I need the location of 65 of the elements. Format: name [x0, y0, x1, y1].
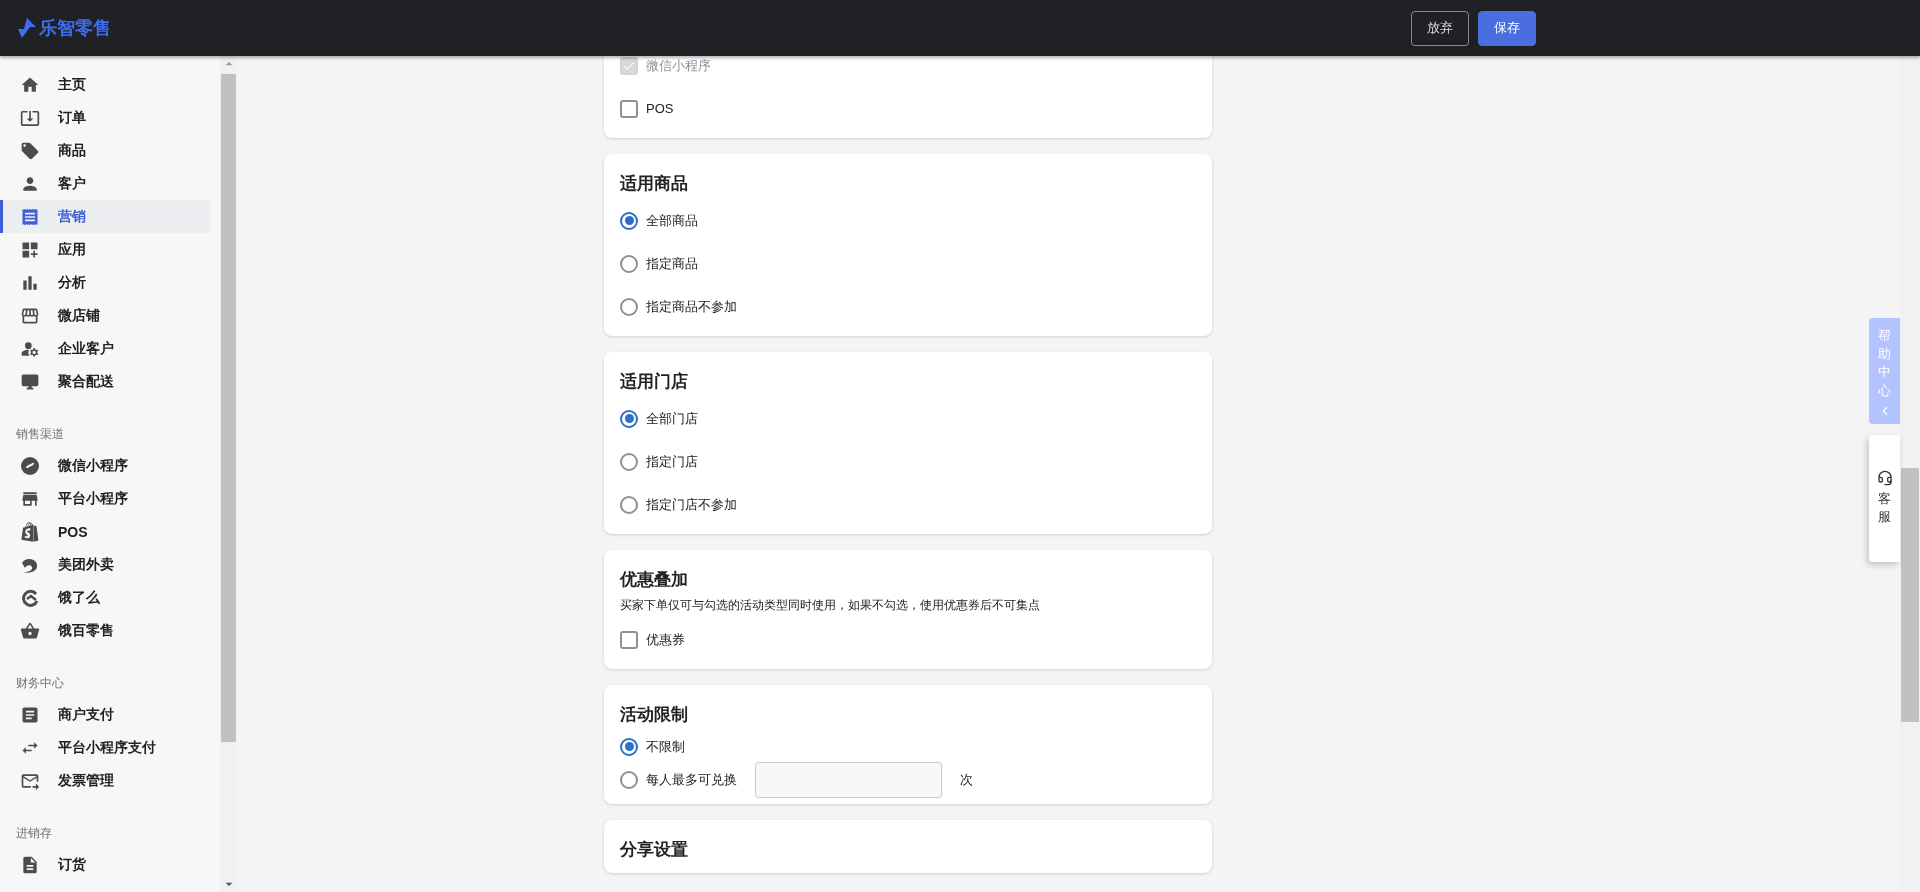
option-label: 指定门店 — [646, 452, 698, 471]
logo-text: 乐智零售 — [39, 17, 111, 40]
card-title: 适用门店 — [620, 372, 689, 392]
sidebar-item[interactable]: 订货 — [0, 848, 210, 881]
radio-button[interactable] — [620, 409, 638, 428]
input-field[interactable] — [755, 761, 942, 798]
checkbox[interactable] — [620, 630, 638, 649]
sidebar-item[interactable]: 应用 — [0, 233, 210, 266]
circle-arrow-icon — [20, 587, 40, 608]
customer-service-button[interactable]: 客服 — [1869, 434, 1900, 562]
tag-icon — [20, 140, 40, 161]
option-label: 指定门店不参加 — [646, 495, 737, 514]
option-label: 指定商品 — [646, 254, 698, 273]
sidebar-item[interactable]: 饿百零售 — [0, 614, 210, 647]
sidebar-heading: 进销存 — [15, 825, 53, 842]
sidebar-heading: 财务中心 — [15, 675, 65, 692]
sidebar-item[interactable]: 营销 — [0, 200, 210, 233]
sidebar-item[interactable]: 平台小程序支付 — [0, 731, 210, 764]
option-label: POS — [646, 101, 674, 116]
option-label: 每人最多可兑换 — [646, 770, 737, 789]
radio-button[interactable] — [620, 211, 638, 230]
option-label: 不限制 — [646, 737, 685, 756]
card-description: 买家下单仅可与勾选的活动类型同时使用，如果不勾选，使用优惠券后不可集点 — [620, 597, 1041, 614]
option-label: 优惠券 — [646, 630, 685, 649]
sidebar-item[interactable]: 微店铺 — [0, 299, 210, 332]
sidebar-item[interactable]: 商品 — [0, 134, 210, 167]
option-label: 指定商品不参加 — [646, 297, 737, 316]
option-label: 全部商品 — [646, 211, 698, 230]
card-title: 优惠叠加 — [620, 570, 689, 590]
sidebar-item[interactable]: 饿了么 — [0, 581, 210, 614]
sidebar-item[interactable]: 订单 — [0, 101, 210, 134]
radio-button[interactable] — [620, 495, 638, 514]
shopping-bag-icon — [20, 521, 40, 542]
radio-button[interactable] — [620, 452, 638, 471]
sidebar-item[interactable]: 商户支付 — [0, 698, 210, 731]
sidebar-item[interactable]: 发票管理 — [0, 764, 210, 797]
card-title: 活动限制 — [620, 705, 689, 725]
discard-button[interactable]: 放弃 — [1411, 10, 1469, 46]
sidebar-item[interactable]: 微信小程序 — [0, 449, 210, 482]
option-label: 微信小程序 — [646, 56, 711, 75]
sidebar-item[interactable]: 平台小程序 — [0, 482, 210, 515]
sidebar-item[interactable]: 客户 — [0, 167, 210, 200]
radio-button[interactable] — [620, 297, 638, 316]
headset-icon — [1876, 470, 1893, 487]
radio-button[interactable] — [620, 737, 638, 756]
checkbox[interactable] — [620, 99, 638, 118]
receipt-icon — [20, 206, 40, 227]
sidebar-item[interactable]: POS — [0, 515, 210, 548]
sidebar-heading: 销售渠道 — [15, 426, 65, 443]
unit-label: 次 — [960, 770, 973, 789]
radio-button[interactable] — [620, 254, 638, 273]
card-title: 适用商品 — [620, 174, 689, 194]
logo-icon — [18, 18, 36, 38]
basket-icon — [20, 620, 40, 641]
sidebar-item[interactable]: 美团外卖 — [0, 548, 210, 581]
circle-icon — [20, 455, 40, 476]
radio-button[interactable] — [620, 770, 638, 789]
sidebar-item[interactable]: 分析 — [0, 266, 210, 299]
document-icon — [20, 854, 40, 875]
save-button[interactable]: 保存 — [1478, 10, 1536, 46]
card-title: 分享设置 — [620, 840, 689, 860]
sidebar-item[interactable]: 聚合配送 — [0, 365, 210, 398]
option-label: 全部门店 — [646, 409, 698, 428]
sidebar-item[interactable]: 企业客户 — [0, 332, 210, 365]
sidebar-item[interactable]: 主页 — [0, 68, 210, 101]
